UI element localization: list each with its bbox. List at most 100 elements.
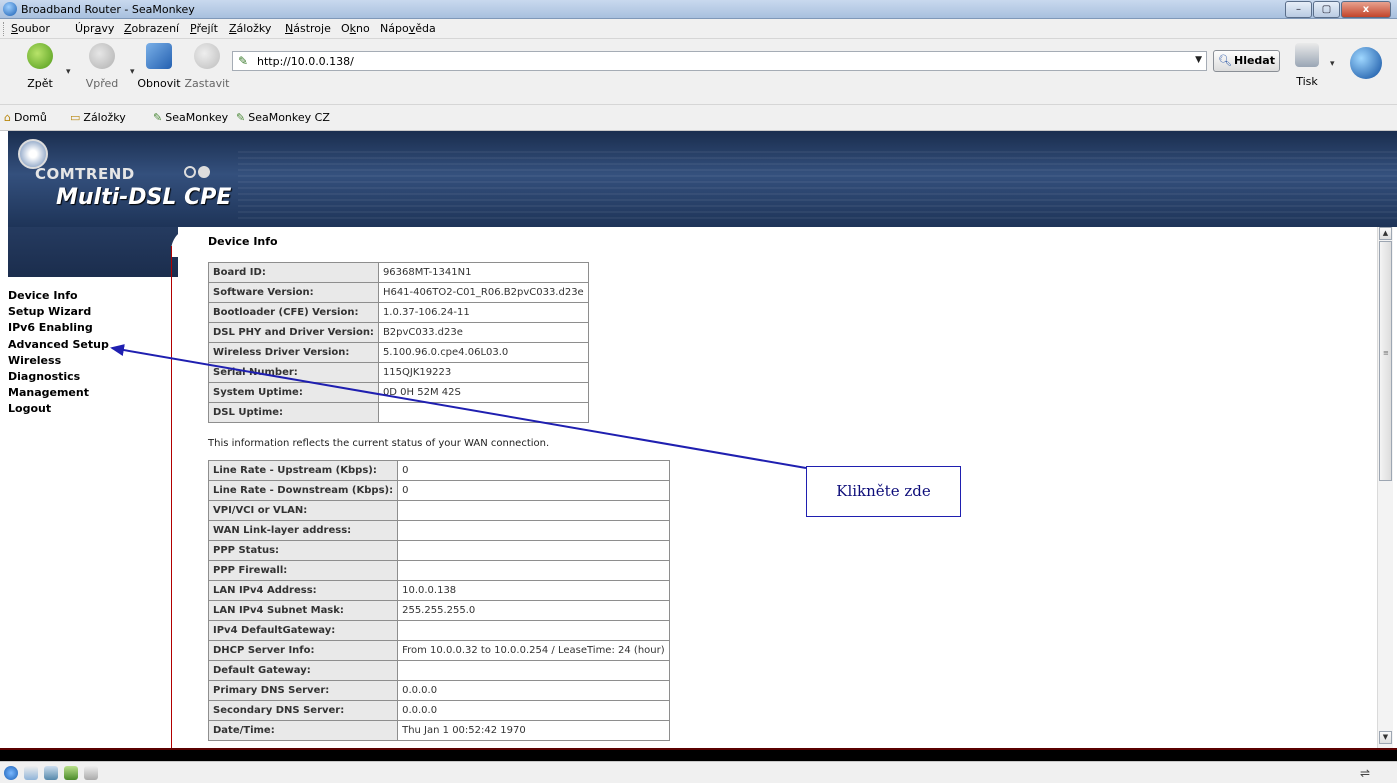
wan-row: VPI/VCI or VLAN: <box>207 500 670 521</box>
menu-bookmarks[interactable]: Záložky <box>229 22 271 35</box>
address-book-icon[interactable] <box>84 766 98 780</box>
url-dropdown-icon[interactable]: ▼ <box>1195 55 1202 65</box>
back-arrow-icon <box>27 43 53 69</box>
wan-label: IPv4 DefaultGateway: <box>207 620 399 641</box>
forward-button[interactable]: Vpřed <box>80 43 124 90</box>
device-value: 5.100.96.0.cpe4.06L03.0 <box>377 342 589 363</box>
wan-row: Secondary DNS Server: 0.0.0.0 <box>207 700 670 721</box>
sidebar-header <box>8 227 178 277</box>
menu-go[interactable]: Přejít <box>190 22 218 35</box>
wan-value <box>397 660 670 681</box>
wan-value <box>397 500 670 521</box>
navigator-icon[interactable] <box>4 766 18 780</box>
wan-row: LAN IPv4 Subnet Mask: 255.255.255.0 <box>207 600 670 621</box>
menu-help[interactable]: Nápověda <box>380 22 436 35</box>
bookmarks-toolbar: ⌂ Domů ▭ Záložky ✎ SeaMonkey ✎ SeaMonkey CZ <box>0 105 1397 131</box>
nav-wireless[interactable]: Wireless <box>8 353 168 369</box>
page-title: Device Info <box>208 235 278 248</box>
vertical-scrollbar[interactable]: ▲ ≡ ▼ <box>1377 227 1393 748</box>
wan-value: 0.0.0.0 <box>397 680 670 701</box>
wan-value <box>397 560 670 581</box>
bookmark-seamonkey-cz[interactable]: ✎ SeaMonkey CZ <box>236 111 330 124</box>
brand-logo-dots <box>184 166 212 181</box>
menu-edit[interactable]: Úpravy <box>75 22 114 35</box>
device-row: System Uptime: 0D 0H 52M 42S <box>208 382 589 403</box>
close-button[interactable]: x <box>1341 1 1391 18</box>
wan-row: PPP Status: <box>207 540 670 561</box>
stop-icon <box>194 43 220 69</box>
forward-history-dropdown[interactable]: ▾ <box>130 67 135 77</box>
maximize-button[interactable]: ▢ <box>1313 1 1340 18</box>
device-label: Serial Number: <box>208 362 379 383</box>
wan-value: 10.0.0.138 <box>397 580 670 601</box>
wan-row: Default Gateway: <box>207 660 670 681</box>
device-value: H641-406TO2-C01_R06.B2pvC033.d23e <box>377 282 589 303</box>
online-status-icon[interactable]: ⇌ <box>1360 766 1370 780</box>
nav-logout[interactable]: Logout <box>8 401 168 417</box>
home-icon: ⌂ <box>4 111 11 124</box>
reload-icon <box>146 43 172 69</box>
nav-device-info[interactable]: Device Info <box>8 288 168 304</box>
nav-diagnostics[interactable]: Diagnostics <box>8 369 168 385</box>
scrollbar-thumb[interactable] <box>1379 241 1392 481</box>
bookmark-home[interactable]: ⌂ Domů <box>4 111 47 124</box>
wan-value <box>397 520 670 541</box>
print-icon <box>1295 43 1319 67</box>
device-row: Wireless Driver Version: 5.100.96.0.cpe4.… <box>208 342 589 363</box>
bookmark-seamonkey[interactable]: ✎ SeaMonkey <box>153 111 228 124</box>
print-button[interactable]: Tisk <box>1292 43 1322 88</box>
device-row: Board ID: 96368MT-1341N1 <box>208 262 589 283</box>
wan-info-table: Line Rate - Upstream (Kbps): 0 Line Rate -… <box>207 460 670 741</box>
wan-value: Thu Jan 1 00:52:42 1970 <box>397 720 670 741</box>
back-button[interactable]: Zpět <box>20 43 60 90</box>
back-history-dropdown[interactable]: ▾ <box>66 67 71 77</box>
scroll-down-arrow[interactable]: ▼ <box>1379 731 1392 744</box>
product-name: Multi-DSL CPE <box>56 185 232 210</box>
device-row: DSL Uptime: <box>208 402 589 423</box>
device-label: DSL Uptime: <box>208 402 379 423</box>
seamonkey-throbber-icon[interactable] <box>1350 47 1382 79</box>
device-value: 96368MT-1341N1 <box>377 262 589 283</box>
device-value <box>377 402 589 423</box>
scrollbar-grip-icon: ≡ <box>1383 349 1389 357</box>
nav-advanced-setup[interactable]: Advanced Setup <box>8 337 168 353</box>
wan-row: DHCP Server Info: From 10.0.0.32 to 10.0.… <box>207 640 670 661</box>
print-dropdown[interactable]: ▾ <box>1330 59 1335 69</box>
menu-tools[interactable]: Nástroje <box>285 22 331 35</box>
device-value: 115QJK19223 <box>377 362 589 383</box>
address-bar[interactable]: ✎ ▼ <box>232 51 1207 71</box>
device-info-table: Board ID: 96368MT-1341N1 Software Version:… <box>208 262 589 423</box>
device-label: Bootloader (CFE) Version: <box>208 302 379 323</box>
stop-button[interactable]: Zastavit <box>184 43 230 90</box>
search-button[interactable]: 🔍︎ Hledat <box>1213 50 1280 72</box>
reload-button[interactable]: Obnovit <box>136 43 182 90</box>
minimize-button[interactable]: – <box>1285 1 1312 18</box>
wan-label: VPI/VCI or VLAN: <box>207 500 399 521</box>
composer-icon[interactable] <box>44 766 58 780</box>
mail-icon[interactable] <box>24 766 38 780</box>
menu-window[interactable]: Okno <box>341 22 370 35</box>
scroll-up-arrow[interactable]: ▲ <box>1379 227 1392 240</box>
menu-view[interactable]: Zobrazení <box>124 22 179 35</box>
chat-icon[interactable] <box>64 766 78 780</box>
bookmark-icon: ✎ <box>153 111 163 124</box>
nav-setup-wizard[interactable]: Setup Wizard <box>8 304 168 320</box>
bottom-accent-line <box>0 748 1397 750</box>
annotation-callout: Klikněte zde <box>806 466 961 517</box>
wan-value: 255.255.255.0 <box>397 600 670 621</box>
site-icon: ✎ <box>238 54 249 68</box>
nav-management[interactable]: Management <box>8 385 168 401</box>
wan-label: Line Rate - Upstream (Kbps): <box>207 460 399 481</box>
url-input[interactable] <box>257 53 1177 69</box>
brand-logo-text: COMTREND <box>35 165 135 183</box>
device-label: Wireless Driver Version: <box>208 342 379 363</box>
nav-ipv6-enabling[interactable]: IPv6 Enabling <box>8 320 168 336</box>
toolbar-grip[interactable] <box>3 22 6 36</box>
bookmark-folder[interactable]: ▭ Záložky <box>70 111 126 124</box>
navigation-toolbar: Zpět ▾ Vpřed ▾ Obnovit Zastavit ✎ ▼ 🔍︎Hl… <box>0 39 1397 105</box>
wan-label: PPP Firewall: <box>207 560 399 581</box>
router-banner: COMTREND Multi-DSL CPE <box>8 131 1397 227</box>
device-label: Software Version: <box>208 282 379 303</box>
sidebar-nav: Device Info Setup Wizard IPv6 Enabling A… <box>8 288 168 418</box>
menu-file[interactable]: Soubor <box>11 22 50 35</box>
